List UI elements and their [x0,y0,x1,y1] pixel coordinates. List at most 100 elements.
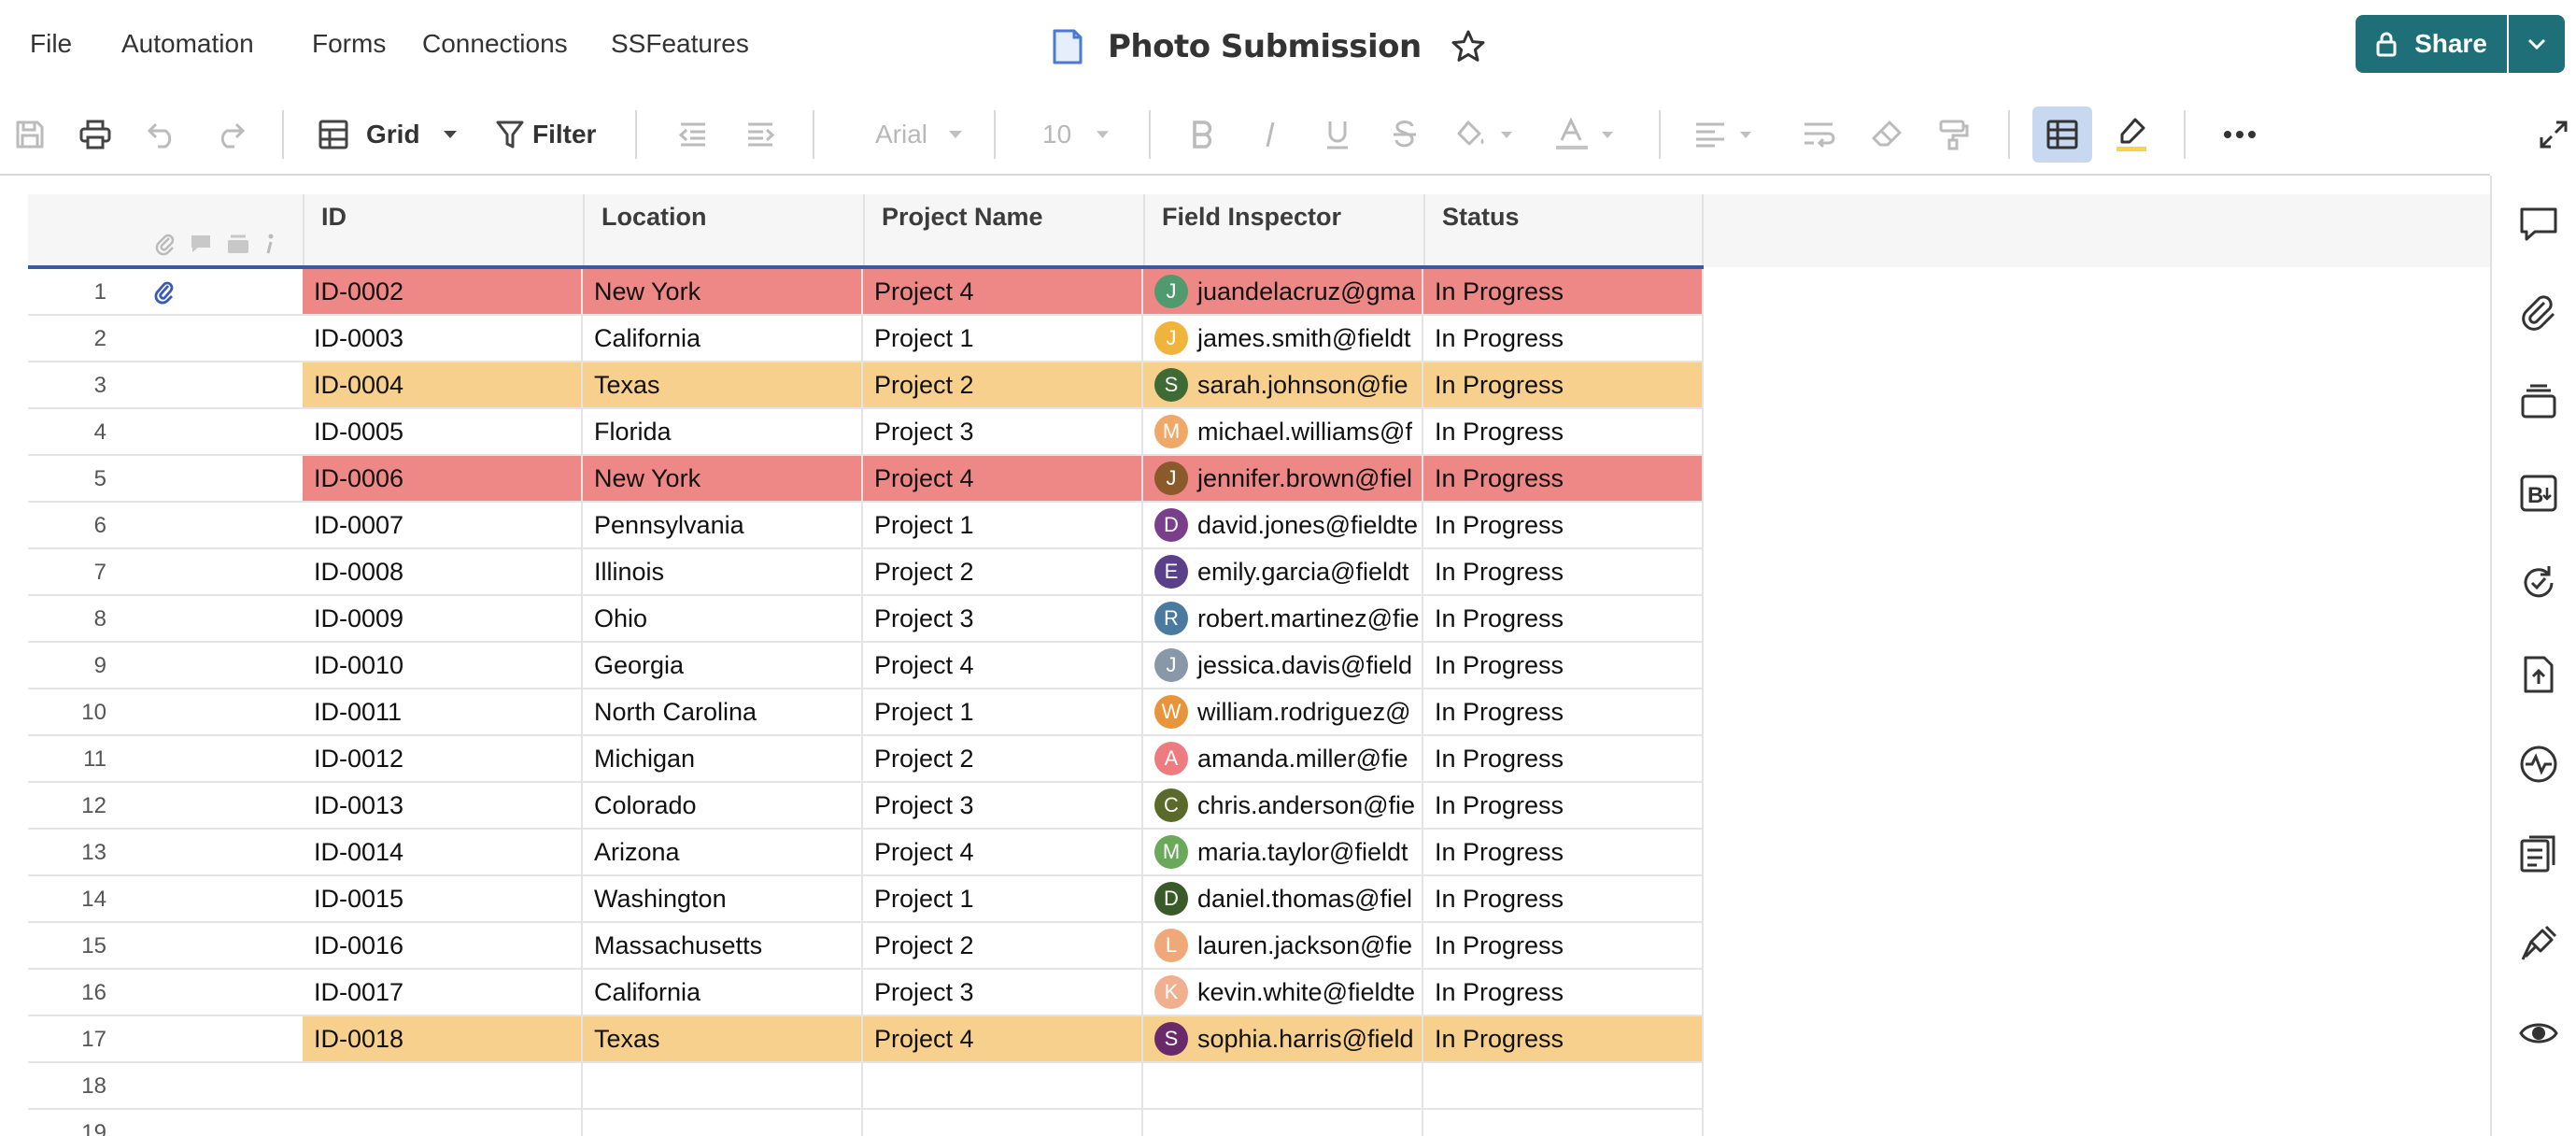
text-color-button[interactable] [1554,114,1629,155]
indent-button[interactable] [742,114,779,155]
cell-field-inspector[interactable]: Jjessica.davis@field [1143,643,1423,689]
cell-location[interactable]: New York [583,456,863,503]
cell-location[interactable]: North Carolina [583,689,863,736]
cell-status[interactable]: In Progress [1423,783,1704,830]
outdent-button[interactable] [674,114,712,155]
cell-id[interactable]: ID-0008 [303,549,583,596]
cell-id[interactable]: ID-0003 [303,316,583,362]
table-row[interactable]: 14 ID-0015 Washington Project 1 Ddaniel.thom… [28,876,1704,923]
strikethrough-button[interactable] [1386,114,1423,155]
cell-id[interactable]: ID-0002 [303,269,583,316]
cell-id[interactable]: ID-0004 [303,362,583,409]
cell-location[interactable] [583,1110,863,1136]
row-number-cell[interactable]: 9 [28,643,304,689]
cell-project-name[interactable]: Project 4 [863,269,1143,316]
cell-status[interactable]: In Progress [1423,970,1704,1016]
row-number-cell[interactable]: 12 [28,783,304,830]
bold-button[interactable] [1184,114,1222,155]
cell-status[interactable]: In Progress [1423,503,1704,549]
activity-sync-icon[interactable] [2518,562,2559,604]
column-header-status[interactable]: Status [1423,194,1704,267]
cell-project-name[interactable] [863,1063,1143,1110]
cell-field-inspector[interactable]: Mmichael.williams@f [1143,409,1423,456]
cell-location[interactable]: Georgia [583,643,863,689]
cell-id[interactable]: ID-0012 [303,736,583,783]
cell-project-name[interactable]: Project 2 [863,362,1143,409]
cell-project-name[interactable]: Project 4 [863,456,1143,503]
table-row[interactable]: 17 ID-0018 Texas Project 4 Ssophia.harris@fi… [28,1016,1704,1063]
conversations-icon[interactable] [2518,204,2559,245]
table-row[interactable]: 3 ID-0004 Texas Project 2 Ssarah.johnson@fie… [28,362,1704,409]
star-icon[interactable] [1450,28,1487,65]
cell-id[interactable]: ID-0015 [303,876,583,923]
attachment-icon[interactable] [153,278,176,306]
menu-automation[interactable]: Automation [121,28,254,60]
row-number-cell[interactable]: 10 [28,689,304,736]
font-family-select[interactable]: Arial [863,114,975,155]
attachments-icon[interactable] [2518,291,2559,333]
cell-id[interactable]: ID-0011 [303,689,583,736]
cell-id[interactable]: ID-0017 [303,970,583,1016]
cell-id[interactable] [303,1110,583,1136]
share-dropdown-button[interactable] [2509,15,2565,73]
row-number-cell[interactable]: 14 [28,876,304,923]
table-row[interactable]: 18 [28,1063,1704,1110]
row-number-cell[interactable]: 7 [28,549,304,596]
print-button[interactable] [77,114,114,155]
cell-field-inspector[interactable]: Mmaria.taylor@fieldt [1143,830,1423,876]
table-row[interactable]: 15 ID-0016 Massachusetts Project 2 Llauren.j… [28,923,1704,970]
cell-status[interactable]: In Progress [1423,736,1704,783]
cell-location[interactable]: Florida [583,409,863,456]
brandfolder-icon[interactable]: B [2518,473,2559,514]
cell-status[interactable] [1423,1063,1704,1110]
cell-status[interactable]: In Progress [1423,456,1704,503]
cell-field-inspector[interactable]: Eemily.garcia@fieldt [1143,549,1423,596]
cell-location[interactable]: Arizona [583,830,863,876]
table-row[interactable]: 5 ID-0006 New York Project 4 Jjennifer.brown… [28,456,1704,503]
row-number-cell[interactable]: 15 [28,923,304,970]
more-options-button[interactable] [2219,114,2260,155]
menu-connections[interactable]: Connections [422,28,568,60]
cell-field-inspector[interactable]: Jjennifer.brown@fiel [1143,456,1423,503]
row-number-cell[interactable]: 4 [28,409,304,456]
view-selector[interactable]: Grid [318,114,467,155]
redo-button[interactable] [211,114,248,155]
cell-field-inspector[interactable]: Kkevin.white@fieldte [1143,970,1423,1016]
table-row[interactable]: 1 ID-0002 New York Project 4 Jjuandelacruz@g… [28,269,1704,316]
row-number-cell[interactable]: 5 [28,456,304,503]
cell-location[interactable]: Michigan [583,736,863,783]
wrap-text-button[interactable] [1801,114,1838,155]
connector-plug-icon[interactable] [2518,923,2559,964]
activity-log-icon[interactable] [2518,744,2559,785]
underline-button[interactable] [1319,114,1356,155]
save-button[interactable] [11,114,49,155]
cell-field-inspector[interactable]: Ssophia.harris@field [1143,1016,1423,1063]
row-number-cell[interactable]: 18 [28,1063,304,1110]
align-button[interactable] [1694,114,1769,155]
cell-location[interactable]: Texas [583,1016,863,1063]
cell-status[interactable]: In Progress [1423,316,1704,362]
cell-field-inspector[interactable]: Aamanda.miller@fie [1143,736,1423,783]
cell-location[interactable]: California [583,316,863,362]
table-row[interactable]: 2 ID-0003 California Project 1 Jjames.smith@… [28,316,1704,362]
row-number-cell[interactable]: 19 [28,1110,304,1136]
row-number-cell[interactable]: 1 [28,269,304,316]
cell-project-name[interactable]: Project 3 [863,783,1143,830]
filter-button[interactable]: Filter [495,114,598,155]
cell-project-name[interactable]: Project 1 [863,316,1143,362]
table-format-button[interactable] [2032,106,2092,163]
cell-project-name[interactable]: Project 1 [863,876,1143,923]
row-number-cell[interactable]: 6 [28,503,304,549]
cell-status[interactable]: In Progress [1423,269,1704,316]
cell-status[interactable]: In Progress [1423,596,1704,643]
cell-id[interactable]: ID-0018 [303,1016,583,1063]
cell-field-inspector[interactable]: Jjames.smith@fieldt [1143,316,1423,362]
cell-id[interactable] [303,1063,583,1110]
cell-project-name[interactable]: Project 2 [863,549,1143,596]
cell-id[interactable]: ID-0014 [303,830,583,876]
row-number-cell[interactable]: 16 [28,970,304,1016]
cell-location[interactable]: Colorado [583,783,863,830]
cell-status[interactable]: In Progress [1423,923,1704,970]
cell-status[interactable] [1423,1110,1704,1136]
cell-status[interactable]: In Progress [1423,1016,1704,1063]
